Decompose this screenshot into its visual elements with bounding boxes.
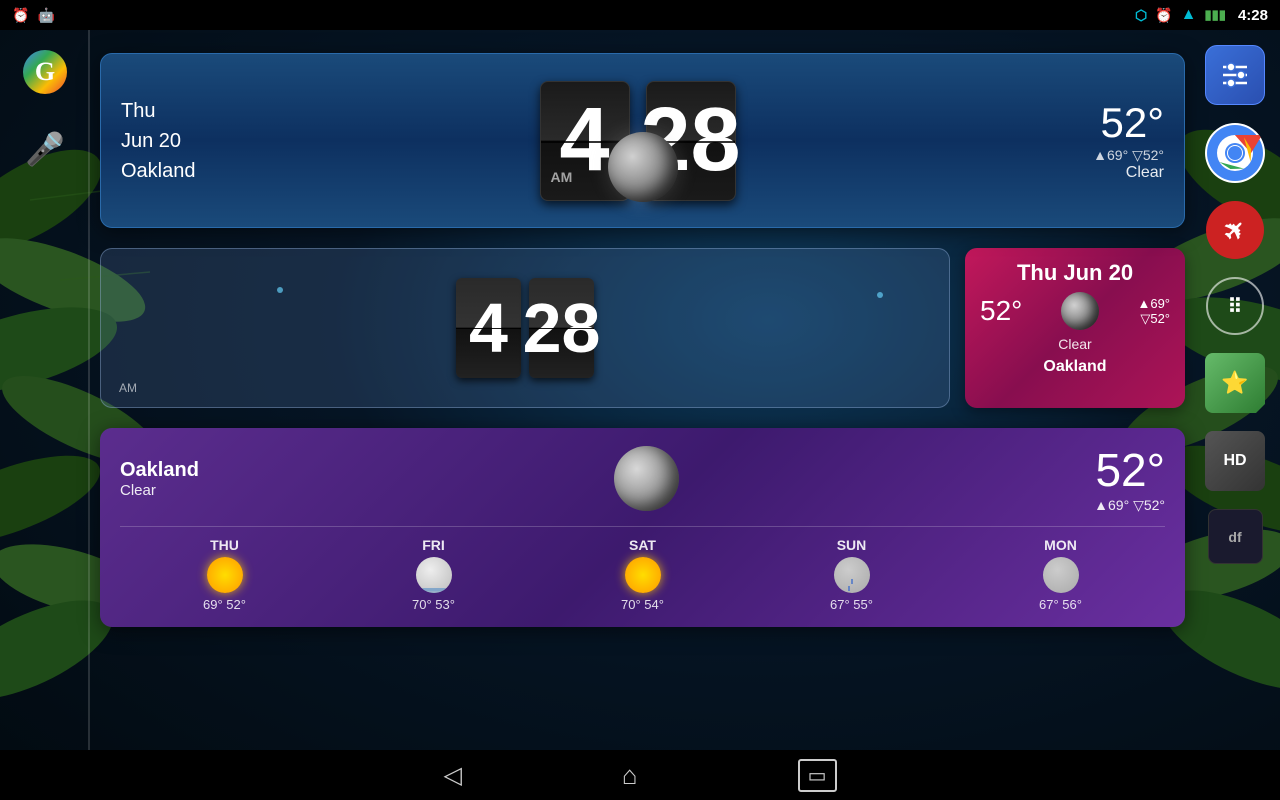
weather-card-range: ▲69° ▽52° (1137, 296, 1170, 327)
mini-minute-digit: 28 (529, 278, 594, 378)
sat-weather-icon (625, 557, 661, 593)
forecast-sun: SUN 67° 55° (747, 537, 956, 612)
thu-weather-icon (207, 557, 243, 593)
battery-icon: ▮▮▮ (1205, 7, 1226, 23)
forecast-thu: THU 69° 52° (120, 537, 329, 612)
app-icon-star-chart[interactable]: ⭐ (1205, 353, 1265, 413)
bottom-city: Oakland (120, 459, 199, 482)
plane-icon: ✈ (1216, 211, 1253, 248)
alarm-status-icon: ⏰ (12, 7, 29, 24)
back-button[interactable]: ◁ (443, 761, 461, 790)
mini-hour-digit: 4 (456, 278, 521, 378)
weather-card-date: Thu Jun 20 (980, 260, 1170, 286)
date-city: Oakland (121, 156, 241, 186)
app-icon-planes[interactable]: ✈ (1206, 201, 1264, 259)
app-icon-df[interactable]: df (1208, 509, 1263, 564)
date-day: Thu (121, 96, 241, 126)
status-left-icons: ⏰ 🤖 (12, 7, 55, 24)
navigation-bar: ◁ ⌂ ▭ (0, 750, 1280, 800)
google-search-button[interactable]: G (23, 50, 67, 94)
forecast-fri: FRI 70° 53° (329, 537, 538, 612)
flip-condition: Clear (1034, 164, 1164, 182)
weather-card-moon (1061, 292, 1099, 330)
weather-card-main-row: 52° ▲69° ▽52° (980, 292, 1170, 330)
alarm-icon: ⏰ (1155, 7, 1172, 24)
bottom-condition: Clear (120, 482, 199, 499)
status-right-icons: ⬡ ⏰ ▲ ▮▮▮ 4:28 (1135, 6, 1268, 24)
star-chart-icon: ⭐ (1221, 370, 1248, 396)
grid-icon: ⠿ (1228, 294, 1243, 319)
forecast-mon: MON 67° 56° (956, 537, 1165, 612)
fri-weather-icon (416, 557, 452, 593)
hd-label: HD (1223, 452, 1246, 470)
flip-weather-info: 52° ▲69° ▽52° Clear (1034, 99, 1164, 182)
moon-image (608, 132, 678, 202)
app-icon-settings[interactable] (1205, 45, 1265, 105)
df-label: df (1228, 529, 1241, 545)
bottom-city-condition: Oakland Clear (120, 459, 199, 499)
weather-card-city: Oakland (980, 358, 1170, 376)
flip-temp-main: 52° (1034, 99, 1164, 147)
app-icon-hd[interactable]: HD (1205, 431, 1265, 491)
bottom-weather-widget[interactable]: Oakland Clear 52° ▲69° ▽52° THU 69° 52° (100, 428, 1185, 627)
weather-card-temp: 52° (980, 295, 1022, 327)
mini-am-pm: AM (119, 381, 137, 395)
mini-clock-widget[interactable]: 4 28 AM (100, 248, 950, 408)
chrome-icon (1207, 125, 1263, 181)
android-status-icon: 🤖 (37, 7, 54, 24)
right-sidebar: ✈ ⠿ ⭐ HD df (1190, 30, 1280, 750)
forecast-row: THU 69° 52° FRI 70° 53° SAT 70° 54° SUN (120, 526, 1165, 612)
wifi-icon: ▲ (1181, 6, 1197, 24)
flip-clock-date: Thu Jun 20 Oakland (121, 96, 241, 186)
recents-button[interactable]: ▭ (798, 759, 837, 792)
mini-flip-time: 4 28 (456, 278, 594, 378)
app-icon-chrome[interactable] (1205, 123, 1265, 183)
mic-icon: 🎤 (25, 130, 65, 168)
bottom-temp-main: 52° (1094, 443, 1165, 497)
left-sidebar: G 🎤 (0, 30, 90, 750)
weather-card[interactable]: Thu Jun 20 52° ▲69° ▽52° Clear Oakland (965, 248, 1185, 408)
status-bar: ⏰ 🤖 ⬡ ⏰ ▲ ▮▮▮ 4:28 (0, 0, 1280, 30)
bluetooth-icon: ⬡ (1135, 7, 1147, 24)
date-month-day: Jun 20 (121, 126, 241, 156)
forecast-sat: SAT 70° 54° (538, 537, 747, 612)
main-content: Thu Jun 20 Oakland 4 AM 28 52° ▲69° ▽52° (100, 38, 1185, 745)
bottom-temp-range: ▲69° ▽52° (1094, 497, 1165, 514)
voice-search-button[interactable]: 🎤 (20, 124, 70, 174)
flip-clock-widget[interactable]: Thu Jun 20 Oakland 4 AM 28 52° ▲69° ▽52° (100, 53, 1185, 228)
flip-temp-range: ▲69° ▽52° (1034, 147, 1164, 164)
sliders-icon (1217, 57, 1253, 93)
weather-card-condition: Clear (980, 336, 1170, 352)
bottom-temp-section: 52° ▲69° ▽52° (1094, 443, 1165, 514)
home-button[interactable]: ⌂ (622, 760, 638, 791)
mon-weather-icon (1043, 557, 1079, 593)
app-icon-apps-grid[interactable]: ⠿ (1206, 277, 1264, 335)
google-g-label: G (35, 57, 55, 87)
bottom-moon (614, 446, 679, 511)
bottom-weather-top: Oakland Clear 52° ▲69° ▽52° (120, 443, 1165, 514)
middle-row: 4 28 AM Thu Jun 20 52° ▲69° ▽52° (100, 248, 1185, 408)
sun-weather-icon (834, 557, 870, 593)
time-display: 4:28 (1238, 7, 1268, 24)
